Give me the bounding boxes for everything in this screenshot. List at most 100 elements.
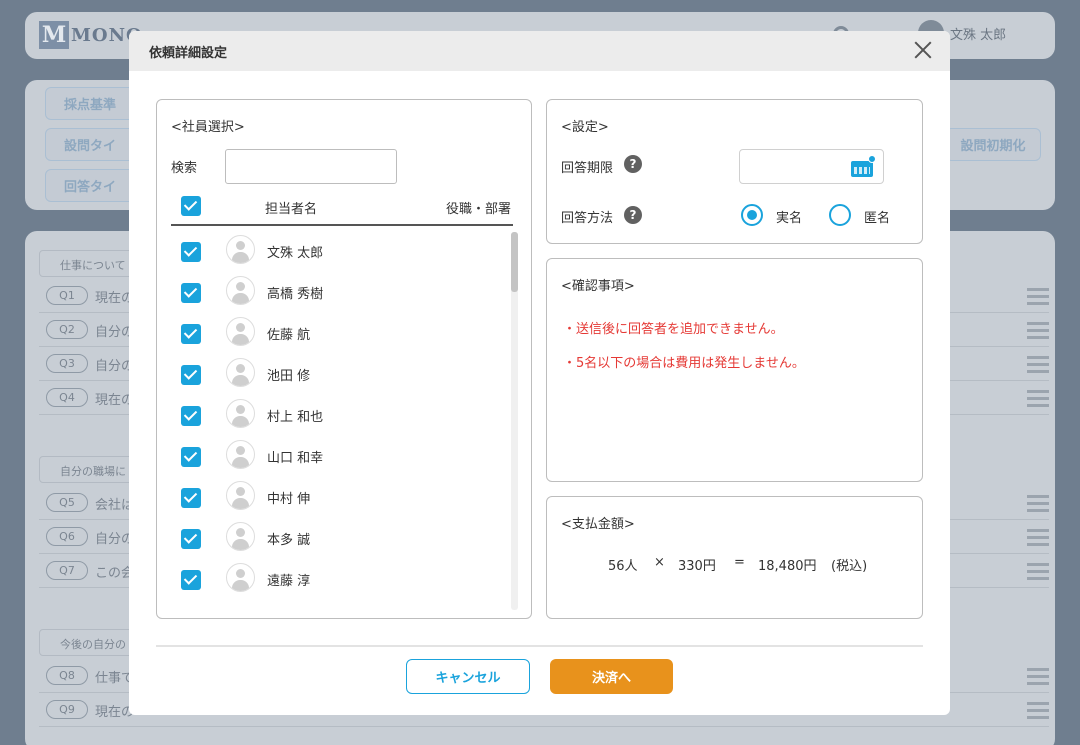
list-menu-icon[interactable]	[1027, 286, 1049, 306]
question-number: Q7	[46, 561, 88, 580]
reset-questions-button[interactable]: 設問初期化	[945, 128, 1041, 161]
help-icon[interactable]: ?	[624, 206, 642, 224]
employee-name: 中村 伸	[267, 492, 311, 507]
radio-real-name[interactable]	[741, 204, 763, 226]
filter-button-answer-type[interactable]: 回答タイ	[45, 169, 135, 202]
employee-name: 池田 修	[267, 369, 311, 384]
list-menu-icon[interactable]	[1027, 527, 1049, 547]
list-item[interactable]: 文殊 太郎	[171, 232, 501, 273]
radio-anonymous[interactable]	[829, 204, 851, 226]
question-number: Q2	[46, 320, 88, 339]
avatar	[226, 317, 255, 346]
notice-line: ・送信後に回答者を追加できません。	[563, 322, 784, 337]
modal-header: 依頼詳細設定	[129, 31, 950, 71]
logo-mark: M	[39, 21, 69, 49]
select-all-checkbox[interactable]	[181, 196, 201, 216]
employee-checkbox[interactable]	[181, 406, 201, 426]
employee-checkbox[interactable]	[181, 447, 201, 467]
avatar	[226, 358, 255, 387]
list-menu-icon[interactable]	[1027, 354, 1049, 374]
list-item[interactable]: 池田 修	[171, 355, 501, 396]
employee-name: 高橋 秀樹	[267, 287, 324, 302]
list-menu-icon[interactable]	[1027, 700, 1049, 720]
list-item[interactable]: 遠藤 淳	[171, 560, 501, 601]
radio-real-name-label: 実名	[776, 211, 803, 226]
app-logo: M MONO	[39, 21, 143, 49]
payment-panel: <支払金額> 56人 × 330円 = 18,480円 (税込)	[546, 496, 923, 619]
search-input[interactable]	[225, 149, 397, 184]
avatar	[226, 563, 255, 592]
avatar	[226, 440, 255, 469]
column-header-dept: 役職・部署	[445, 202, 511, 217]
question-number: Q8	[46, 666, 88, 685]
question-number: Q6	[46, 527, 88, 546]
employee-name: 文殊 太郎	[267, 246, 324, 261]
employee-table-header: 担当者名 役職・部署	[171, 196, 513, 226]
payment-equals: =	[734, 555, 745, 570]
employee-checkbox[interactable]	[181, 365, 201, 385]
employee-checkbox[interactable]	[181, 242, 201, 262]
list-menu-icon[interactable]	[1027, 561, 1049, 581]
notice-line: ・5名以下の場合は費用は発生しません。	[563, 356, 805, 371]
proceed-payment-button[interactable]: 決済へ	[550, 659, 673, 694]
employee-name: 本多 誠	[267, 533, 311, 548]
list-item[interactable]: 本多 誠	[171, 519, 501, 560]
help-icon[interactable]: ?	[624, 155, 642, 173]
employee-checkbox[interactable]	[181, 570, 201, 590]
request-settings-modal: 依頼詳細設定 <社員選択> 検索 担当者名 役職・部署 文殊 太郎 高橋 秀樹 …	[129, 31, 950, 715]
payment-tax-note: (税込)	[831, 559, 868, 574]
list-item[interactable]: 村上 和也	[171, 396, 501, 437]
list-menu-icon[interactable]	[1027, 320, 1049, 340]
list-menu-icon[interactable]	[1027, 493, 1049, 513]
employee-name: 佐藤 航	[267, 328, 311, 343]
payment-times: ×	[654, 555, 665, 570]
employee-list: 文殊 太郎 高橋 秀樹 佐藤 航 池田 修 村上 和也 山口 和幸 中村 伸 本…	[171, 232, 507, 610]
confirmation-panel-title: <確認事項>	[561, 279, 635, 294]
avatar	[226, 399, 255, 428]
list-item[interactable]: 佐藤 航	[171, 314, 501, 355]
payment-total: 18,480円	[758, 559, 817, 574]
modal-title: 依頼詳細設定	[149, 46, 228, 61]
list-item[interactable]: 山口 和幸	[171, 437, 501, 478]
employee-checkbox[interactable]	[181, 488, 201, 508]
employee-checkbox[interactable]	[181, 324, 201, 344]
radio-anonymous-label: 匿名	[864, 211, 891, 226]
filter-button-question-type[interactable]: 設問タイ	[45, 128, 135, 161]
question-number: Q1	[46, 286, 88, 305]
confirmation-panel: <確認事項> ・送信後に回答者を追加できません。 ・5名以下の場合は費用は発生し…	[546, 258, 923, 482]
avatar	[226, 276, 255, 305]
question-number: Q4	[46, 388, 88, 407]
settings-panel: <設定> 回答期限 ? 回答方法 ? 実名 匿名	[546, 99, 923, 244]
search-label: 検索	[171, 161, 198, 176]
header-user-name: 文殊 太郎	[950, 27, 1007, 43]
employee-select-panel: <社員選択> 検索 担当者名 役職・部署 文殊 太郎 高橋 秀樹 佐藤 航 池田…	[156, 99, 532, 619]
question-number: Q5	[46, 493, 88, 512]
question-number: Q3	[46, 354, 88, 373]
column-header-name: 担当者名	[265, 202, 318, 217]
employee-checkbox[interactable]	[181, 283, 201, 303]
avatar	[226, 235, 255, 264]
list-item[interactable]: 中村 伸	[171, 478, 501, 519]
cancel-button[interactable]: キャンセル	[406, 659, 530, 694]
employee-name: 山口 和幸	[267, 451, 324, 466]
employee-name: 村上 和也	[267, 410, 324, 425]
calendar-icon[interactable]	[851, 155, 876, 177]
employee-list-scrollbar[interactable]	[511, 232, 518, 610]
scroll-thumb[interactable]	[511, 232, 518, 292]
deadline-date-input[interactable]	[739, 149, 884, 184]
close-icon[interactable]	[912, 39, 934, 61]
answer-method-label: 回答方法	[561, 211, 614, 226]
list-item[interactable]: 高橋 秀樹	[171, 273, 501, 314]
payment-unit-price: 330円	[678, 559, 716, 574]
footer-divider	[156, 645, 923, 647]
list-menu-icon[interactable]	[1027, 666, 1049, 686]
list-menu-icon[interactable]	[1027, 388, 1049, 408]
filter-button-scoring[interactable]: 採点基準	[45, 87, 135, 120]
avatar	[226, 522, 255, 551]
employee-checkbox[interactable]	[181, 529, 201, 549]
question-number: Q9	[46, 700, 88, 719]
employee-panel-title: <社員選択>	[171, 120, 245, 135]
deadline-label: 回答期限	[561, 161, 614, 176]
avatar	[226, 481, 255, 510]
payment-count: 56人	[608, 559, 638, 574]
